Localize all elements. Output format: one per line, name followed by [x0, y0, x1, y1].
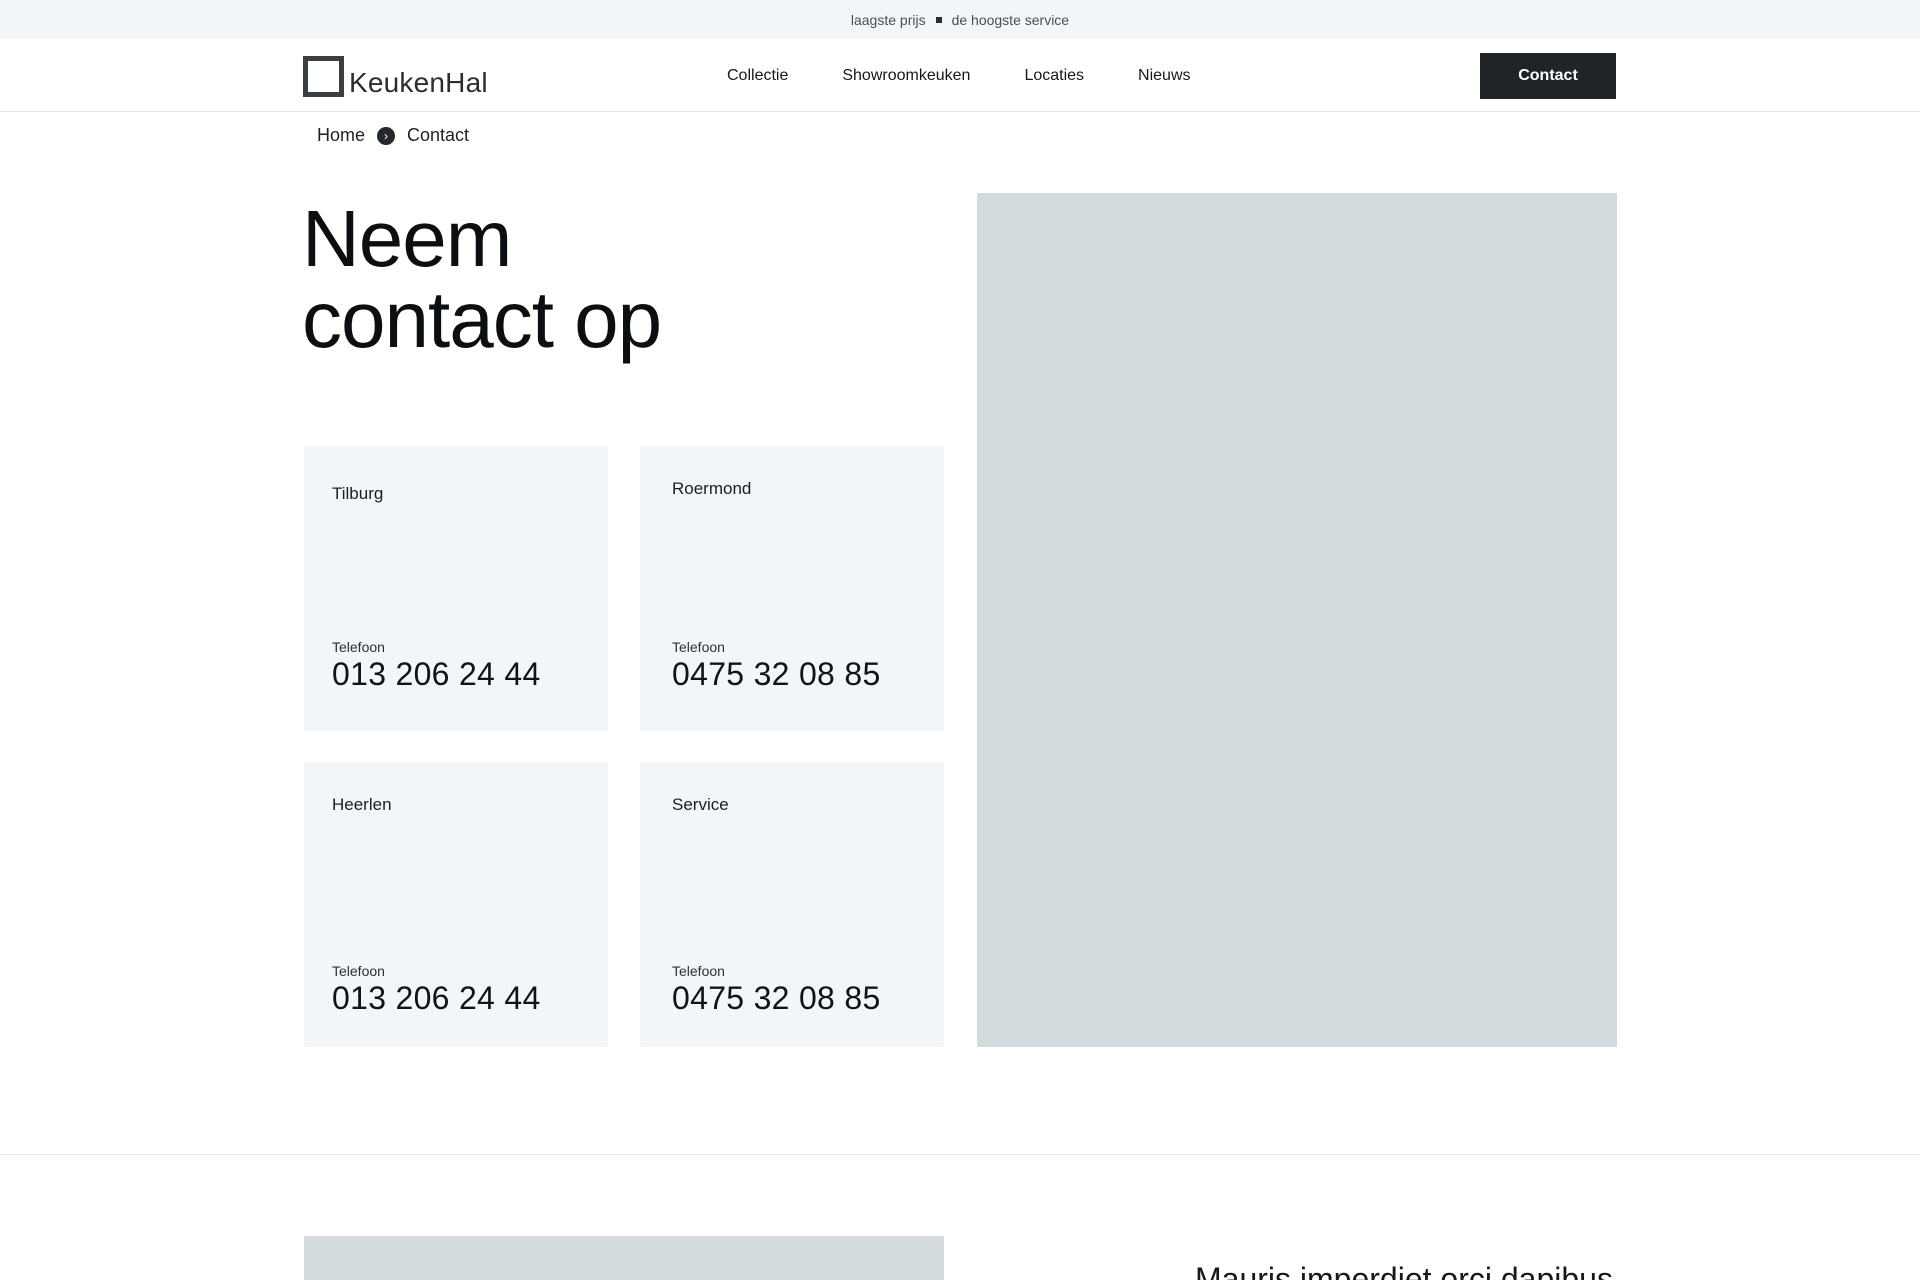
top-announcement-bar: laagste prijs de hoogste service — [0, 0, 1920, 39]
nav-locaties[interactable]: Locaties — [1024, 67, 1084, 85]
logo[interactable]: KeukenHal — [303, 54, 488, 98]
location-name: Roermond — [672, 479, 752, 498]
phone-label: Telefoon — [332, 963, 385, 979]
contact-image-placeholder — [977, 193, 1617, 1047]
location-card-roermond[interactable]: Roermond Telefoon 0475 32 08 85 — [640, 446, 944, 731]
location-name: Service — [672, 795, 729, 814]
nav-showroomkeuken[interactable]: Showroomkeuken — [842, 67, 970, 85]
logo-square-icon — [303, 56, 344, 97]
location-name: Heerlen — [332, 795, 392, 814]
chevron-right-icon: › — [377, 126, 396, 145]
phone-number[interactable]: 0475 32 08 85 — [672, 656, 881, 693]
location-card-tilburg[interactable]: Tilburg Telefoon 013 206 24 44 — [304, 446, 608, 731]
location-card-heerlen[interactable]: Heerlen Telefoon 013 206 24 44 — [304, 762, 608, 1047]
phone-label: Telefoon — [672, 639, 725, 655]
breadcrumb-home[interactable]: Home — [317, 125, 365, 146]
announcement-right: de hoogste service — [951, 11, 1070, 28]
logo-text: KeukenHal — [349, 67, 488, 98]
phone-number[interactable]: 013 206 24 44 — [332, 980, 541, 1017]
location-card-service[interactable]: Service Telefoon 0475 32 08 85 — [640, 762, 944, 1047]
page-title-line1: Neem — [302, 194, 512, 283]
breadcrumb: Home › Contact — [317, 125, 469, 146]
page-title-line2: contact op — [302, 275, 662, 364]
section-divider — [0, 1154, 1920, 1155]
square-separator-icon — [935, 16, 942, 23]
main-nav: Collectie Showroomkeuken Locaties Nieuws — [727, 39, 1191, 112]
phone-number[interactable]: 013 206 24 44 — [332, 656, 541, 693]
phone-label: Telefoon — [332, 639, 385, 655]
contact-button[interactable]: Contact — [1480, 53, 1616, 99]
nav-collectie[interactable]: Collectie — [727, 67, 788, 85]
bottom-image-placeholder — [304, 1236, 944, 1280]
phone-number[interactable]: 0475 32 08 85 — [672, 980, 881, 1017]
bottom-section-heading: Mauris imperdiet orci dapibus — [1195, 1261, 1613, 1280]
site-header: KeukenHal Collectie Showroomkeuken Locat… — [0, 39, 1920, 112]
nav-nieuws[interactable]: Nieuws — [1138, 67, 1190, 85]
breadcrumb-current: Contact — [407, 125, 470, 145]
phone-label: Telefoon — [672, 963, 725, 979]
page-title: Neem contact op — [302, 198, 902, 360]
location-name: Tilburg — [332, 484, 384, 503]
announcement-left: laagste prijs — [850, 11, 926, 28]
